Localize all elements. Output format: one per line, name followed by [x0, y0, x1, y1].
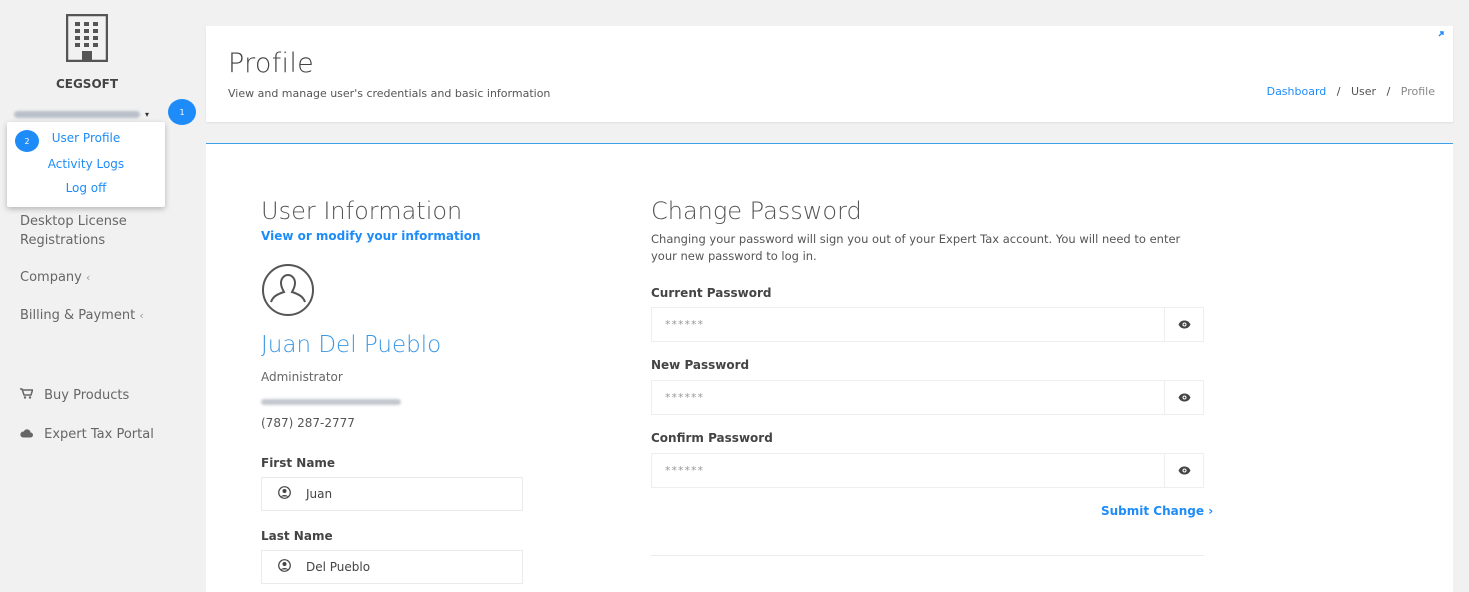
chevron-left-icon: ‹ — [86, 271, 91, 284]
eye-icon[interactable] — [1164, 308, 1203, 341]
user-menu-toggle[interactable]: ▾ — [14, 106, 149, 122]
page-subtitle: View and manage user's credentials and b… — [228, 87, 551, 100]
menu-item-log-off[interactable]: Log off — [7, 181, 165, 195]
modify-info-link[interactable]: View or modify your information — [261, 229, 481, 243]
breadcrumb-profile: Profile — [1400, 85, 1435, 98]
cloud-icon — [20, 425, 34, 444]
sidebar-item-label: Billing & Payment — [20, 308, 136, 323]
last-name-label: Last Name — [261, 529, 333, 543]
new-password-label: New Password — [651, 358, 750, 372]
current-password-field — [651, 307, 1204, 342]
menu-item-activity-logs[interactable]: Activity Logs — [7, 157, 165, 171]
user-circle-icon — [262, 558, 306, 576]
caret-down-icon: ▾ — [145, 109, 150, 119]
sidebar: CEGSOFT ▾ 1 2 User Profile Activity Logs… — [0, 0, 200, 592]
new-password-field — [651, 380, 1204, 415]
sidebar-item-expert-tax-portal[interactable]: Expert Tax Portal — [20, 425, 154, 444]
first-name-label: First Name — [261, 456, 336, 470]
submit-change-button[interactable]: Submit Change › — [1101, 504, 1213, 518]
first-name-field[interactable]: Juan — [261, 477, 523, 511]
sidebar-item-company[interactable]: Company ‹ — [20, 268, 90, 287]
chevron-left-icon: ‹ — [139, 309, 144, 322]
user-circle-icon — [262, 264, 314, 316]
confirm-password-label: Confirm Password — [651, 431, 773, 445]
sidebar-item-label: Buy Products — [44, 388, 130, 403]
change-password-title: Change Password — [651, 197, 862, 225]
last-name-value: Del Pueblo — [306, 560, 371, 574]
confirm-password-input[interactable] — [652, 454, 1164, 487]
breadcrumb-separator: / — [1336, 85, 1341, 98]
shopping-cart-icon — [20, 386, 34, 405]
menu-item-user-profile[interactable]: User Profile — [7, 131, 165, 145]
change-password-description: Changing your password will sign you out… — [651, 232, 1181, 263]
current-password-label: Current Password — [651, 286, 772, 300]
user-email-redacted — [14, 110, 140, 118]
last-name-field[interactable]: Del Pueblo — [261, 550, 523, 584]
sidebar-item-billing[interactable]: Billing & Payment ‹ — [20, 306, 144, 325]
page-header: Profile View and manage user's credentia… — [206, 26, 1453, 122]
user-info-title: User Information — [261, 197, 463, 225]
user-phone: (787) 287-2777 — [261, 416, 355, 430]
user-role: Administrator — [261, 370, 343, 384]
brand-name: CEGSOFT — [55, 77, 119, 91]
user-dropdown-menu: 2 User Profile Activity Logs Log off — [7, 122, 165, 207]
eye-icon[interactable] — [1164, 381, 1203, 414]
confirm-password-field — [651, 453, 1204, 488]
sidebar-item-label: Desktop License — [20, 214, 127, 229]
breadcrumb-dashboard[interactable]: Dashboard — [1267, 85, 1327, 98]
user-full-name: Juan Del Pueblo — [261, 332, 442, 358]
expand-icon[interactable] — [1437, 30, 1445, 41]
eye-icon[interactable] — [1164, 454, 1203, 487]
user-circle-icon — [262, 485, 306, 503]
sidebar-item-label: Expert Tax Portal — [44, 427, 154, 442]
building-icon — [66, 14, 108, 62]
sidebar-item-label: Company — [20, 270, 82, 285]
breadcrumb: Dashboard / User / Profile — [1267, 85, 1435, 98]
new-password-input[interactable] — [652, 381, 1164, 414]
sidebar-item-buy-products[interactable]: Buy Products — [20, 386, 129, 405]
user-email-redacted — [261, 399, 401, 405]
current-password-input[interactable] — [652, 308, 1164, 341]
sidebar-item-desktop-license[interactable]: Desktop License Registrations — [20, 212, 127, 250]
divider — [651, 555, 1204, 556]
breadcrumb-user: User — [1351, 85, 1377, 98]
page-title: Profile — [228, 48, 315, 79]
sidebar-item-label: Registrations — [20, 233, 106, 248]
profile-content: User Information View or modify your inf… — [206, 143, 1453, 592]
step-badge-1: 1 — [168, 99, 196, 125]
breadcrumb-separator: / — [1386, 85, 1391, 98]
first-name-value: Juan — [306, 487, 333, 501]
